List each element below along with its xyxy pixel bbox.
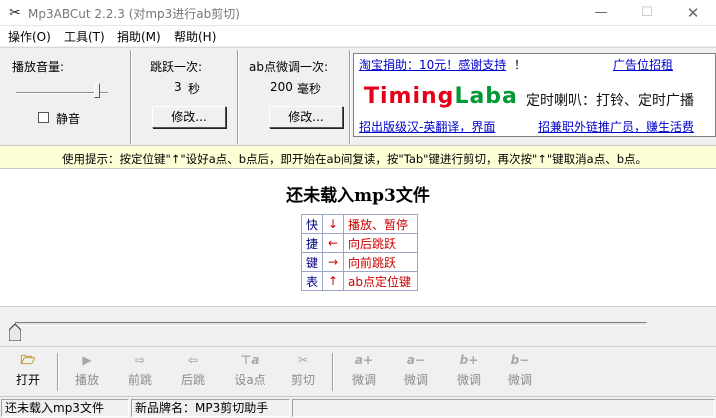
status-brand: 新品牌名：MP3剪切助手 [131,399,290,417]
load-status-title: 还未载入mp3文件 [286,186,430,206]
folder-open-icon: 🗁 [20,353,36,367]
hotkey-desc: 播放、暂停 [343,214,419,234]
b-plus-label: 微调 [456,373,481,387]
menu-operate[interactable]: 操作(O) [8,28,51,45]
scissors-icon: ✂ [9,5,21,21]
hotkey-title-char: 捷 [300,233,324,253]
b-minus-icon: b− [510,353,530,367]
set-a-button[interactable]: ⊤a 设a点 [224,351,276,393]
hotkey-title-char: 键 [300,252,324,272]
b-plus-button[interactable]: b+ 微调 [443,351,495,393]
menu-help[interactable]: 帮助(H) [174,28,216,45]
back-label: 后跳 [180,373,205,387]
usage-tip: 使用提示：按定位键"↑"设好a点、b点后，即开始在ab间复读，按"Tab"键进行… [62,152,648,166]
volume-panel: 播放音量: 静音 [0,52,130,142]
volume-slider-thumb[interactable] [93,83,100,98]
toolbar: 🗁 打开 ▶ 播放 ⇨ 前跳 ⇦ 后跳 ⊤a 设a点 ✂ 剪切 a+ 微调 a−… [0,346,716,396]
ab-adjust-edit-button[interactable]: 修改... [269,106,343,128]
a-plus-button[interactable]: a+ 微调 [338,351,390,393]
status-file: 还未载入mp3文件 [1,399,129,417]
play-label: 播放 [74,373,99,387]
hotkey-title-char: 表 [300,271,324,291]
ad-panel: 淘宝捐助：10元！感谢支持 ！ 广告位招租 TimingLaba 定时喇叭：打铃… [353,53,716,137]
a-minus-icon: a− [406,353,426,367]
forward-button[interactable]: ⇨ 前跳 [114,351,166,393]
play-icon: ▶ [82,353,92,367]
up-arrow-icon: ↑ [322,271,345,291]
jump-unit: 秒 [188,82,201,96]
promoter-link[interactable]: 招兼职外链推广员，赚生活费 [538,118,694,135]
left-arrow-icon: ← [322,233,345,253]
seek-track[interactable] [15,322,647,326]
mute-checkbox[interactable] [38,112,49,123]
ad-rent-link[interactable]: 广告位招租 [613,56,673,73]
menu-donate[interactable]: 捐助(M) [117,28,161,45]
open-label: 打开 [15,373,40,387]
pin-a-icon: ⊤a [240,353,260,367]
a-plus-label: 微调 [351,373,376,387]
hotkey-table: 快 ↓ 播放、暂停 捷 ← 向后跳跃 键 → 向前跳跃 表 ↑ ab点定位键 [300,214,419,291]
maximize-button[interactable]: ☐ [624,0,670,26]
ab-adjust-label: ab点微调一次: [249,60,329,74]
ab-adjust-value: 200 [270,80,293,94]
jump-label: 跳跃一次: [150,60,203,74]
hotkey-desc: ab点定位键 [343,271,419,291]
minimize-button[interactable]: — [578,0,624,26]
panel-divider [349,50,351,144]
close-button[interactable]: ✕ [670,0,716,26]
back-icon: ⇦ [187,353,199,367]
back-button[interactable]: ⇦ 后跳 [167,351,219,393]
main-area: 还未载入mp3文件 快 ↓ 播放、暂停 捷 ← 向后跳跃 键 → 向前跳跃 表 … [0,169,716,306]
menu-tools[interactable]: 工具(T) [64,28,105,45]
hotkey-desc: 向前跳跃 [343,252,419,272]
seek-thumb[interactable] [9,324,21,341]
menu-bar: 操作(O) 工具(T) 捐助(M) 帮助(H) [0,26,716,46]
seek-area [0,306,716,346]
ab-adjust-unit: 毫秒 [297,82,322,96]
donate-suffix: ！ [514,58,527,72]
toolbar-divider [57,353,59,391]
translator-link[interactable]: 招出版级汉-英翻译，界面 [359,118,495,135]
a-plus-icon: a+ [354,353,374,367]
toolbar-divider [332,353,334,391]
open-button[interactable]: 🗁 打开 [2,351,54,393]
ad-tagline: 定时喇叭：打铃、定时广播 [526,93,694,109]
status-empty [292,399,715,417]
play-button[interactable]: ▶ 播放 [61,351,113,393]
window-title: Mp3ABCut 2.2.3 (对mp3进行ab剪切) [28,7,240,21]
b-minus-label: 微调 [507,373,532,387]
jump-edit-button[interactable]: 修改... [152,106,226,128]
donate-link[interactable]: 淘宝捐助：10元！感谢支持 [359,56,506,73]
control-bar: 播放音量: 静音 跳跃一次: 3 秒 修改... ab点微调一次: 200 毫秒… [0,47,716,145]
tip-bar: 使用提示：按定位键"↑"设好a点、b点后，即开始在ab间复读，按"Tab"键进行… [0,145,716,169]
status-bar: 还未载入mp3文件 新品牌名：MP3剪切助手 [0,396,716,418]
mute-label: 静音 [56,112,81,126]
forward-icon: ⇨ [134,353,146,367]
cut-label: 剪切 [290,373,315,387]
jump-value: 3 [174,80,182,94]
title-bar: ✂ Mp3ABCut 2.2.3 (对mp3进行ab剪切) — ☐ ✕ [0,0,716,26]
b-minus-button[interactable]: b− 微调 [494,351,546,393]
jump-panel: 跳跃一次: 3 秒 修改... [132,52,237,142]
set-a-label: 设a点 [234,373,266,387]
down-arrow-icon: ↓ [322,214,345,234]
b-plus-icon: b+ [459,353,479,367]
timinglaba-logo[interactable]: TimingLaba [364,84,518,109]
hotkey-title-char: 快 [300,214,324,234]
a-minus-button[interactable]: a− 微调 [390,351,442,393]
forward-label: 前跳 [127,373,152,387]
right-arrow-icon: → [322,252,345,272]
a-minus-label: 微调 [403,373,428,387]
scissors-icon: ✂ [297,353,309,367]
ab-adjust-panel: ab点微调一次: 200 毫秒 修改... [239,52,349,142]
hotkey-desc: 向后跳跃 [343,233,419,253]
volume-label: 播放音量: [12,60,65,74]
cut-button[interactable]: ✂ 剪切 [277,351,329,393]
